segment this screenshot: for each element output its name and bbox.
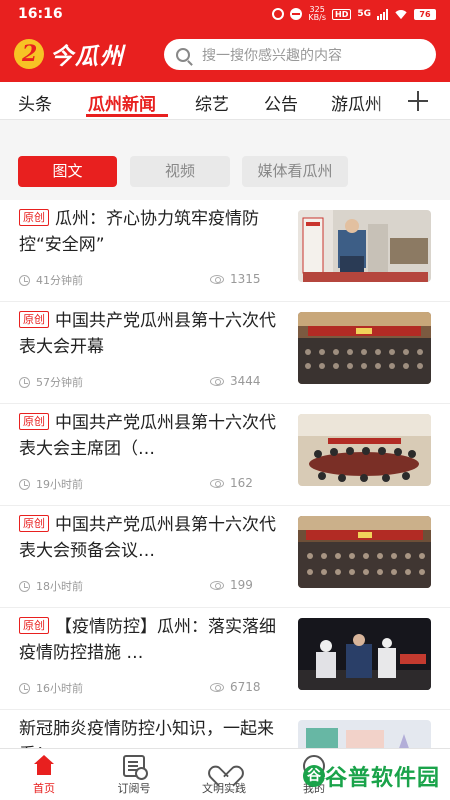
subtab-articles[interactable]: 图文	[18, 156, 117, 187]
watermark-text: 谷普软件园	[325, 766, 441, 791]
status-icons: 325 KB/s HD 5G 76	[272, 6, 436, 22]
news-list: 原创 瓜州：齐心协力筑牢疫情防控“安全网” 41分钟前 1315 原创 中国共产党瓜…	[0, 200, 450, 800]
news-thumbnail	[298, 516, 431, 588]
subtab-media-guazhou[interactable]: 媒体看瓜州	[242, 156, 348, 187]
subtab-videos[interactable]: 视频	[130, 156, 230, 187]
content-type-tabs: 图文 视频 媒体看瓜州	[0, 148, 450, 200]
signal-icon	[377, 8, 388, 20]
news-time: 57分钟前	[19, 374, 83, 390]
tab-guazhou-news[interactable]: 瓜州新闻	[88, 90, 156, 115]
news-views: 162	[210, 476, 253, 490]
add-channel-plus-icon[interactable]	[408, 91, 428, 111]
status-bar: 16:16 325 KB/s HD 5G 76	[0, 0, 450, 28]
news-item[interactable]: 原创 中国共产党瓜州县第十六次代表大会预备会议… 18小时前 199	[0, 506, 450, 608]
news-time: 16小时前	[19, 680, 83, 696]
separator-band	[0, 120, 450, 148]
news-time: 19小时前	[19, 476, 83, 492]
news-item[interactable]: 原创 中国共产党瓜州县第十六次代表大会开幕 57分钟前 3444	[0, 302, 450, 404]
news-item[interactable]: 原创 瓜州：齐心协力筑牢疫情防控“安全网” 41分钟前 1315	[0, 200, 450, 302]
nav-label: 首页	[33, 782, 55, 795]
wifi-icon	[394, 9, 408, 20]
status-time: 16:16	[18, 6, 63, 22]
news-thumbnail	[298, 414, 431, 486]
news-views: 6718	[210, 680, 261, 694]
nav-subscription[interactable]: 订阅号	[94, 755, 174, 796]
battery-icon: 76	[414, 8, 436, 20]
original-badge: 原创	[19, 209, 49, 226]
tab-headlines[interactable]: 头条	[18, 90, 52, 115]
eye-icon	[210, 682, 224, 692]
eye-icon	[210, 580, 224, 590]
clock-icon	[19, 682, 30, 694]
category-tabs: 头条 瓜州新闻 综艺 公告 游瓜州	[0, 82, 450, 120]
nav-label: 文明实践	[202, 782, 246, 795]
original-badge: 原创	[19, 413, 49, 430]
news-thumbnail	[298, 618, 431, 690]
clock-icon	[19, 580, 30, 592]
nav-label: 订阅号	[117, 782, 151, 795]
tab-variety[interactable]: 综艺	[195, 90, 229, 115]
logo-mark-icon	[14, 39, 44, 69]
clock-icon	[19, 478, 30, 490]
heart-icon	[213, 755, 235, 777]
network-type: 5G	[357, 9, 371, 19]
news-title: 原创 瓜州：齐心协力筑牢疫情防控“安全网”	[19, 209, 259, 255]
search-placeholder: 搜一搜你感兴趣的内容	[202, 47, 342, 64]
alarm-icon	[272, 8, 285, 20]
news-time: 18小时前	[19, 578, 83, 594]
news-title: 原创 中国共产党瓜州县第十六次代表大会主席团（…	[19, 413, 276, 459]
news-title: 原创 【疫情防控】瓜州：落实落细疫情防控措施 …	[19, 617, 276, 663]
app-logo[interactable]: 今瓜州	[14, 38, 125, 70]
tab-fade-overlay	[372, 82, 402, 119]
news-item[interactable]: 原创 中国共产党瓜州县第十六次代表大会主席团（… 19小时前 162	[0, 404, 450, 506]
news-title: 原创 中国共产党瓜州县第十六次代表大会开幕	[19, 311, 276, 357]
news-views: 1315	[210, 272, 261, 286]
search-bar[interactable]: 搜一搜你感兴趣的内容	[164, 39, 436, 70]
clock-icon	[19, 274, 30, 286]
eye-icon	[210, 478, 224, 488]
eye-icon	[210, 274, 224, 284]
nav-civilization-practice[interactable]: 文明实践	[184, 755, 264, 796]
watermark-logo-icon: 谷	[303, 765, 325, 787]
tab-announcement[interactable]: 公告	[264, 90, 298, 115]
news-title: 原创 中国共产党瓜州县第十六次代表大会预备会议…	[19, 515, 276, 561]
original-badge: 原创	[19, 515, 49, 532]
nav-home[interactable]: 首页	[4, 755, 84, 796]
do-not-disturb-icon	[290, 8, 303, 20]
subscription-icon	[123, 755, 148, 780]
logo-text: 今瓜州	[50, 43, 125, 70]
clock-icon	[19, 376, 30, 388]
eye-icon	[210, 376, 224, 386]
news-views: 199	[210, 578, 253, 592]
network-speed: 325 KB/s	[308, 5, 326, 22]
hd-badge: HD	[332, 8, 352, 20]
news-views: 3444	[210, 374, 261, 388]
original-badge: 原创	[19, 311, 49, 328]
original-badge: 原创	[19, 617, 49, 634]
search-icon	[176, 47, 190, 62]
news-time: 41分钟前	[19, 272, 83, 288]
watermark: 谷 谷普软件园	[303, 756, 450, 796]
home-icon	[33, 755, 55, 777]
news-thumbnail	[298, 210, 431, 282]
active-tab-indicator	[86, 114, 168, 117]
app-header: 16:16 325KB/s HD 5G 76 今瓜州 搜一搜你感兴趣的内容	[0, 0, 450, 82]
news-item[interactable]: 原创 【疫情防控】瓜州：落实落细疫情防控措施 … 16小时前 6718	[0, 608, 450, 710]
news-thumbnail	[298, 312, 431, 384]
